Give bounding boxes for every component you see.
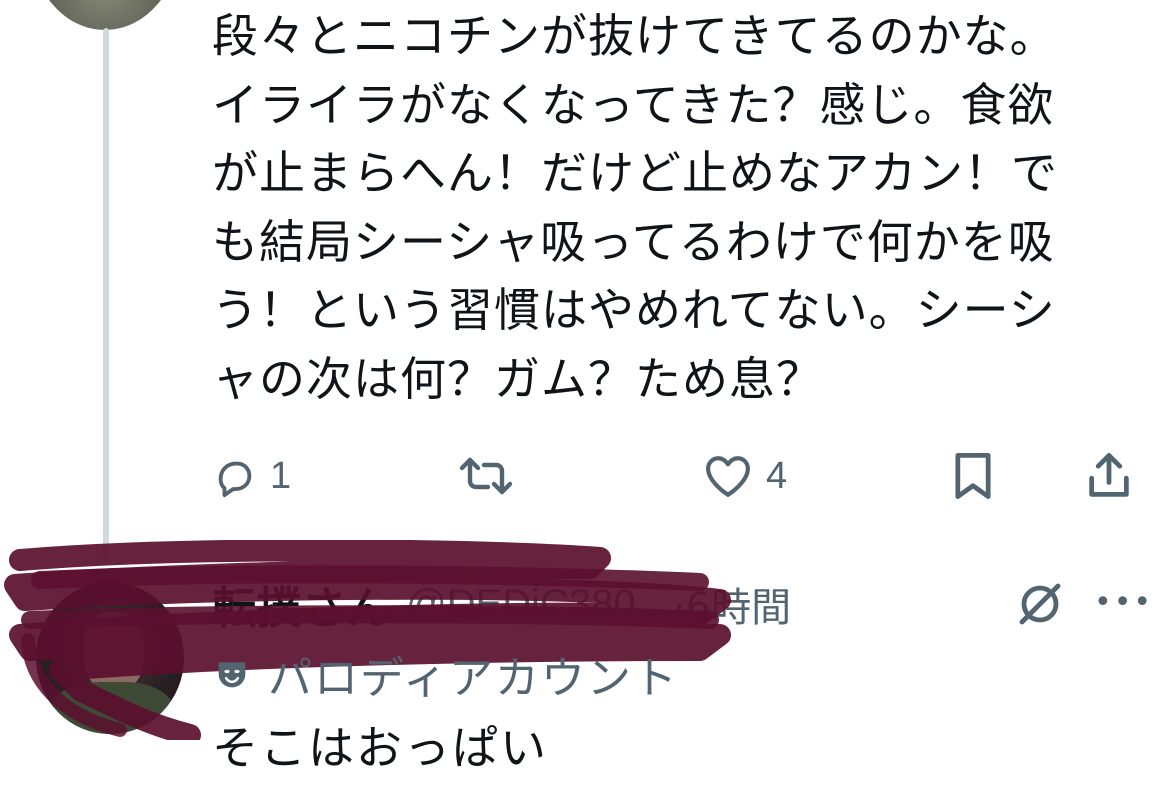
retweet-button[interactable] <box>456 448 528 504</box>
share-icon <box>1089 453 1129 497</box>
thread-line <box>103 28 109 560</box>
retweet-icon <box>459 457 513 495</box>
more-icon[interactable]: ••• <box>1094 588 1151 618</box>
reply-count: 1 <box>270 454 292 497</box>
post-actions: 1 4 <box>212 448 1142 504</box>
reply-author-name[interactable]: 転撲さん <box>212 572 392 636</box>
reply-avatar[interactable] <box>36 582 184 734</box>
reply-timestamp[interactable]: ·6時間 <box>673 575 791 633</box>
reply-header: 転撲さん @DEDiC380... ·6時間 <box>212 575 791 635</box>
reply-author-handle[interactable]: @DEDiC380... <box>406 582 669 627</box>
share-button[interactable] <box>1084 448 1134 504</box>
bookmark-icon <box>955 453 991 499</box>
reply-button[interactable]: 1 <box>212 448 291 504</box>
like-count: 4 <box>766 454 788 497</box>
grok-icon[interactable] <box>1014 578 1066 630</box>
avatar-face <box>84 612 144 690</box>
like-button[interactable]: 4 <box>702 448 787 504</box>
bookmark-button[interactable] <box>950 448 996 504</box>
speech-bubble-icon <box>218 461 252 498</box>
avatar-coat <box>50 682 174 734</box>
heart-icon <box>706 456 750 497</box>
parody-account-row: パロディアカウント <box>212 644 679 704</box>
theater-mask-icon <box>218 662 246 688</box>
reply-text: そこはおっぱい <box>212 721 548 775</box>
post-text: 段々とニコチンが抜けてきてるのかな。 イライラがなくなってきた？感じ。食欲 が止… <box>212 9 1058 406</box>
parody-account-label: パロディアカウント <box>268 653 679 704</box>
previous-post-avatar[interactable] <box>30 0 180 30</box>
